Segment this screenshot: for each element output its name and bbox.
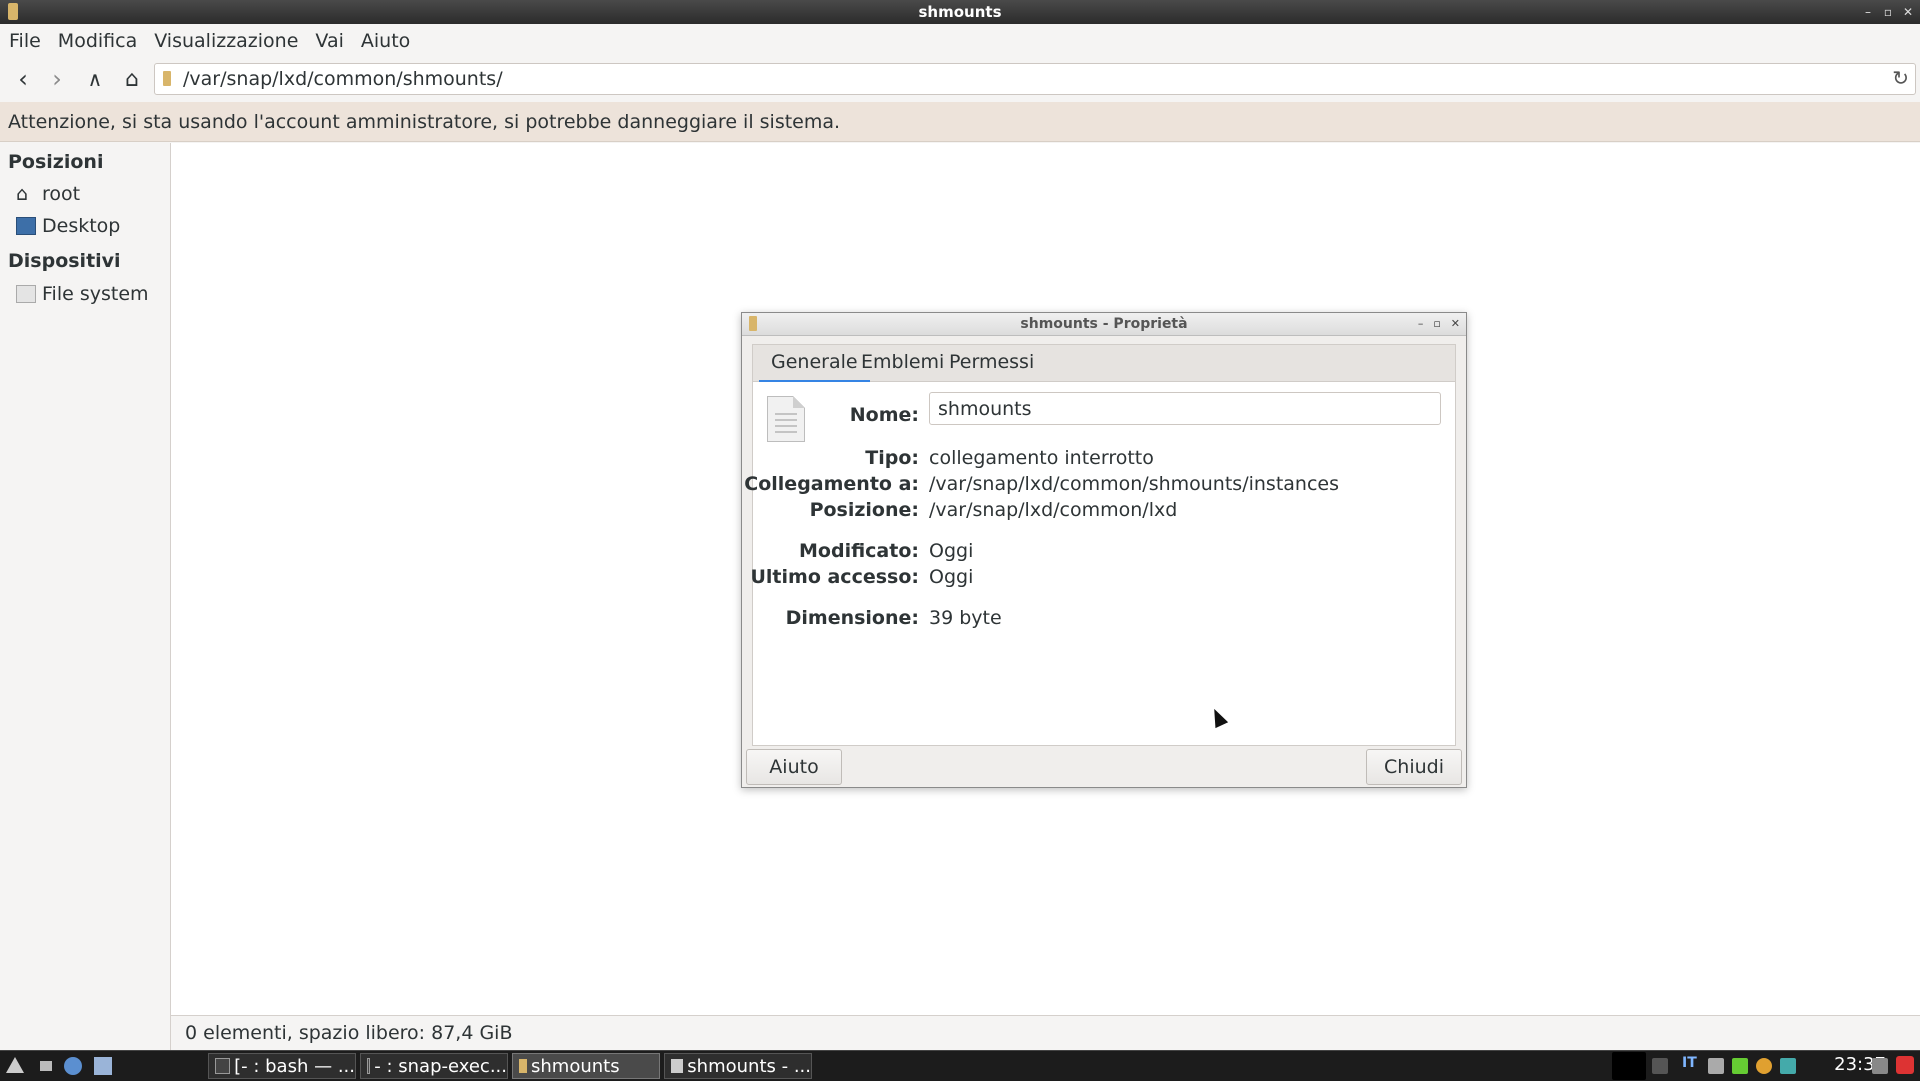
dialog-titlebar: shmounts - Proprietà – ▫ ✕ (742, 313, 1466, 336)
task-bash[interactable]: [- : bash — ... (208, 1053, 356, 1079)
admin-warning-text: Attenzione, si sta usando l'account ammi… (8, 110, 841, 133)
up-icon[interactable]: ∧ (80, 64, 110, 94)
task-label: - : snap-exec... (374, 1055, 507, 1077)
window-icon (671, 1059, 684, 1073)
size-label: Dimensione: (785, 607, 919, 629)
status-text: 0 elementi, spazio libero: 87,4 GiB (185, 1022, 513, 1044)
terminal-icon (215, 1058, 231, 1074)
sidebar-item-label: root (42, 183, 81, 205)
window-titlebar: shmounts – ▫ ✕ (0, 0, 1920, 24)
task-label: shmounts - ... (687, 1055, 811, 1077)
forward-icon[interactable]: › (42, 64, 72, 94)
window-title: shmounts (918, 3, 1002, 21)
location-path[interactable]: /var/snap/lxd/common/shmounts/ (183, 68, 503, 90)
task-shmounts[interactable]: shmounts (512, 1053, 660, 1079)
modified-value: Oggi (929, 540, 974, 562)
start-menu-icon[interactable] (6, 1057, 24, 1073)
folder-icon (519, 1059, 527, 1073)
desktop-icon (16, 217, 36, 235)
clipboard-icon[interactable] (1756, 1058, 1772, 1074)
sidebar-item-filesystem[interactable]: File system (16, 283, 149, 305)
dialog-tabs: Generale Emblemi Permessi (752, 344, 1456, 383)
task-snap-exec[interactable]: - : snap-exec... (360, 1053, 508, 1079)
accessed-value: Oggi (929, 566, 974, 588)
home-icon: ⌂ (16, 183, 29, 205)
dialog-title: shmounts - Proprietà (1020, 316, 1188, 332)
help-button[interactable]: Aiuto (746, 749, 842, 785)
task-shmounts-properties[interactable]: shmounts - ... (664, 1053, 812, 1079)
volume-icon[interactable] (1652, 1058, 1668, 1074)
sidebar-header-devices: Dispositivi (8, 250, 121, 272)
bluetooth-icon[interactable] (1780, 1058, 1796, 1074)
sidebar: Posizioni ⌂ root Desktop Dispositivi Fil… (0, 143, 171, 1050)
location-bar[interactable]: /var/snap/lxd/common/shmounts/ ↻ (154, 63, 1916, 95)
sidebar-header-places: Posizioni (8, 151, 104, 173)
accessed-label: Ultimo accesso: (750, 566, 919, 588)
admin-warning-bar: Attenzione, si sta usando l'account ammi… (0, 102, 1920, 142)
menu-bar: File Modifica Visualizzazione Vai Aiuto (0, 24, 1920, 58)
close-button-label: Chiudi (1384, 756, 1444, 778)
menu-go[interactable]: Vai (307, 30, 351, 52)
menu-edit[interactable]: Modifica (50, 30, 145, 52)
maximize-icon[interactable]: ▫ (1882, 0, 1894, 24)
power-icon[interactable] (1896, 1056, 1914, 1074)
link-label: Collegamento a: (744, 473, 919, 495)
minimize-icon[interactable]: – (1862, 0, 1874, 24)
properties-dialog: shmounts - Proprietà – ▫ ✕ Generale Embl… (741, 312, 1467, 788)
screen-icon[interactable] (1872, 1058, 1888, 1074)
sidebar-item-label: File system (42, 283, 149, 305)
name-label: Nome: (849, 404, 919, 426)
task-label: shmounts (531, 1055, 620, 1077)
status-bar: 0 elementi, spazio libero: 87,4 GiB (171, 1015, 1920, 1050)
menu-help[interactable]: Aiuto (353, 30, 418, 52)
keyboard-layout[interactable]: IT (1682, 1055, 1697, 1071)
help-button-label: Aiuto (769, 756, 819, 778)
file-manager-icon[interactable] (94, 1057, 112, 1075)
size-value: 39 byte (929, 607, 1002, 629)
menu-view[interactable]: Visualizzazione (146, 30, 306, 52)
minimize-icon[interactable]: – (1418, 313, 1424, 335)
show-desktop-icon[interactable] (40, 1061, 52, 1071)
maximize-icon[interactable]: ▫ (1433, 313, 1440, 335)
drive-icon (16, 285, 36, 303)
cpu-monitor-icon (1612, 1052, 1646, 1080)
folder-icon (749, 316, 757, 331)
name-field[interactable] (929, 392, 1441, 425)
browser-icon[interactable] (64, 1057, 82, 1075)
type-value: collegamento interrotto (929, 447, 1154, 469)
close-button[interactable]: Chiudi (1366, 749, 1462, 785)
close-icon[interactable]: ✕ (1451, 313, 1460, 335)
link-value: /var/snap/lxd/common/shmounts/instances (929, 473, 1339, 495)
location-label: Posizione: (809, 499, 919, 521)
taskbar: [- : bash — ... - : snap-exec... shmount… (0, 1050, 1920, 1081)
close-icon[interactable]: ✕ (1902, 0, 1914, 24)
reload-icon[interactable]: ↻ (1892, 66, 1909, 90)
tab-permissions[interactable]: Permessi (937, 351, 1046, 383)
network-icon[interactable] (1708, 1058, 1724, 1074)
back-icon[interactable]: ‹ (8, 64, 38, 94)
general-panel: Nome: Tipo: collegamento interrotto Coll… (744, 382, 1456, 746)
sidebar-item-label: Desktop (42, 215, 121, 237)
menu-file[interactable]: File (1, 30, 49, 52)
folder-icon (163, 71, 171, 86)
task-label: [- : bash — ... (234, 1055, 355, 1077)
location-value: /var/snap/lxd/common/lxd (929, 499, 1178, 521)
terminal-icon (367, 1058, 371, 1074)
sidebar-item-desktop[interactable]: Desktop (16, 215, 120, 237)
sidebar-item-root[interactable]: ⌂ root (16, 183, 80, 205)
home-icon[interactable]: ⌂ (117, 64, 147, 94)
modified-label: Modificato: (799, 540, 919, 562)
folder-icon (8, 3, 18, 20)
update-icon[interactable] (1732, 1058, 1748, 1074)
type-label: Tipo: (865, 447, 919, 469)
